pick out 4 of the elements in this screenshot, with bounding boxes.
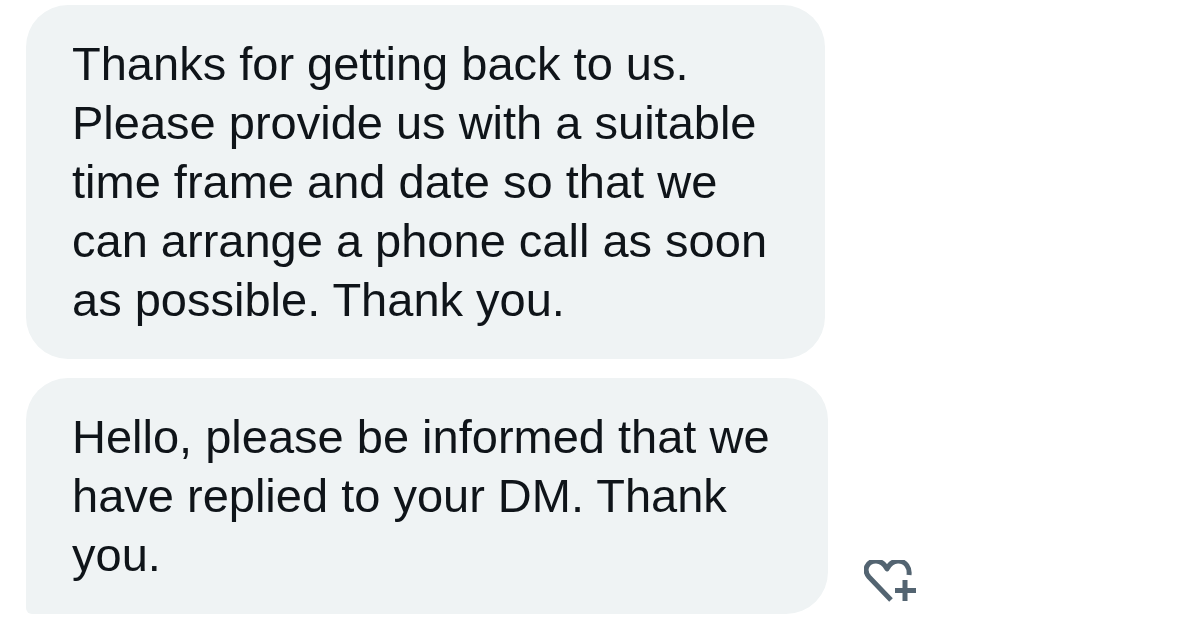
add-reaction-button[interactable] <box>863 560 918 602</box>
heart-plus-icon <box>863 560 918 602</box>
message-bubble: Thanks for getting back to us. Please provide us with a suitable time frame and date so that we can arrange a phone call as soon as possible. Thank you. <box>26 5 826 359</box>
message-bubble: Hello, please be informed that we have replied to your DM. Thank you. <box>26 378 828 614</box>
